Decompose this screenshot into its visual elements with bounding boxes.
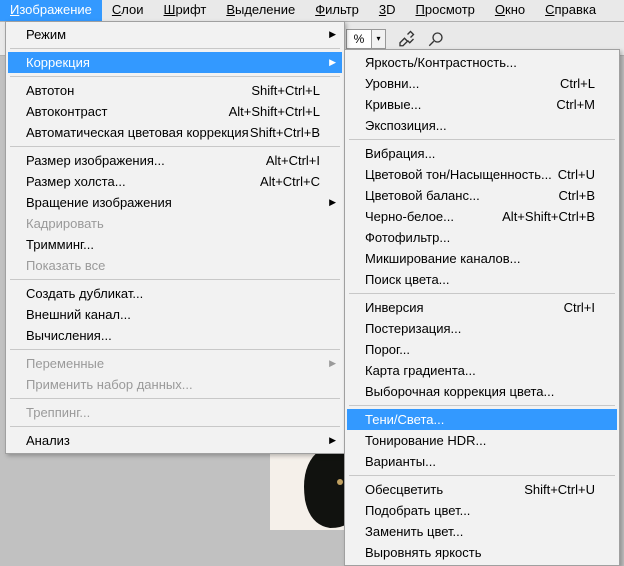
separator <box>349 475 615 476</box>
menu-item-variables: Переменные <box>8 353 342 374</box>
menu-item-analysis[interactable]: Анализ <box>8 430 342 451</box>
menu-item-channel-mixer[interactable]: Микширование каналов... <box>347 248 617 269</box>
menu-view[interactable]: Просмотр <box>406 0 485 21</box>
separator <box>10 279 340 280</box>
menu-select[interactable]: Выделение <box>216 0 305 21</box>
menu-layers[interactable]: Слои <box>102 0 154 21</box>
menu-item-color-balance[interactable]: Цветовой баланс...Ctrl+B <box>347 185 617 206</box>
separator <box>10 398 340 399</box>
menu-item-hue-saturation[interactable]: Цветовой тон/Насыщенность...Ctrl+U <box>347 164 617 185</box>
menu-item-selective-color[interactable]: Выборочная коррекция цвета... <box>347 381 617 402</box>
pen-icon[interactable] <box>424 27 448 51</box>
zoom-percent-box[interactable]: % <box>346 29 372 49</box>
menu-item-color-lookup[interactable]: Поиск цвета... <box>347 269 617 290</box>
menu-item-hdr-toning[interactable]: Тонирование HDR... <box>347 430 617 451</box>
menu-item-adjustments[interactable]: Коррекция <box>8 52 342 73</box>
image-menu-dropdown: Режим Коррекция АвтотонShift+Ctrl+L Авто… <box>5 21 345 454</box>
menu-item-image-size[interactable]: Размер изображения...Alt+Ctrl+I <box>8 150 342 171</box>
separator <box>349 405 615 406</box>
separator <box>349 139 615 140</box>
separator <box>10 349 340 350</box>
menu-item-trim[interactable]: Тримминг... <box>8 234 342 255</box>
menu-item-invert[interactable]: ИнверсияCtrl+I <box>347 297 617 318</box>
separator <box>349 293 615 294</box>
menu-image[interactable]: Изображение <box>0 0 102 21</box>
menu-item-levels[interactable]: Уровни...Ctrl+L <box>347 73 617 94</box>
menu-item-autocontrast[interactable]: АвтоконтрастAlt+Shift+Ctrl+L <box>8 101 342 122</box>
separator <box>10 48 340 49</box>
menu-item-duplicate[interactable]: Создать дубликат... <box>8 283 342 304</box>
menu-item-photo-filter[interactable]: Фотофильтр... <box>347 227 617 248</box>
adjustments-submenu: Яркость/Контрастность... Уровни...Ctrl+L… <box>344 49 620 566</box>
menu-item-curves[interactable]: Кривые...Ctrl+M <box>347 94 617 115</box>
menu-item-equalize[interactable]: Выровнять яркость <box>347 542 617 563</box>
menu-item-vibrance[interactable]: Вибрация... <box>347 143 617 164</box>
menu-item-apply-image[interactable]: Внешний канал... <box>8 304 342 325</box>
separator <box>10 146 340 147</box>
menu-item-shadows-highlights[interactable]: Тени/Света... <box>347 409 617 430</box>
menu-item-image-rotation[interactable]: Вращение изображения <box>8 192 342 213</box>
menu-item-mode[interactable]: Режим <box>8 24 342 45</box>
menu-3d[interactable]: 3D <box>369 0 406 21</box>
menu-item-crop: Кадрировать <box>8 213 342 234</box>
menu-font[interactable]: Шрифт <box>154 0 217 21</box>
menu-item-apply-dataset: Применить набор данных... <box>8 374 342 395</box>
menu-item-autotone[interactable]: АвтотонShift+Ctrl+L <box>8 80 342 101</box>
menubar: Изображение Слои Шрифт Выделение Фильтр … <box>0 0 624 22</box>
menu-help[interactable]: Справка <box>535 0 606 21</box>
menu-item-variations[interactable]: Варианты... <box>347 451 617 472</box>
separator <box>10 76 340 77</box>
menu-item-trap: Треппинг... <box>8 402 342 423</box>
pen-check-icon[interactable] <box>394 27 418 51</box>
menu-item-posterize[interactable]: Постеризация... <box>347 318 617 339</box>
menu-item-exposure[interactable]: Экспозиция... <box>347 115 617 136</box>
menu-item-reveal-all: Показать все <box>8 255 342 276</box>
menu-item-brightness-contrast[interactable]: Яркость/Контрастность... <box>347 52 617 73</box>
menu-item-black-white[interactable]: Черно-белое...Alt+Shift+Ctrl+B <box>347 206 617 227</box>
menu-item-autocolor[interactable]: Автоматическая цветовая коррекцияShift+C… <box>8 122 342 143</box>
zoom-dropdown-icon[interactable]: ▾ <box>372 29 386 49</box>
menu-item-replace-color[interactable]: Заменить цвет... <box>347 521 617 542</box>
menu-item-desaturate[interactable]: ОбесцветитьShift+Ctrl+U <box>347 479 617 500</box>
menu-item-canvas-size[interactable]: Размер холста...Alt+Ctrl+C <box>8 171 342 192</box>
separator <box>10 426 340 427</box>
menu-filter[interactable]: Фильтр <box>305 0 369 21</box>
menu-item-gradient-map[interactable]: Карта градиента... <box>347 360 617 381</box>
menu-item-threshold[interactable]: Порог... <box>347 339 617 360</box>
menu-window[interactable]: Окно <box>485 0 535 21</box>
menu-item-match-color[interactable]: Подобрать цвет... <box>347 500 617 521</box>
menu-item-calculations[interactable]: Вычисления... <box>8 325 342 346</box>
